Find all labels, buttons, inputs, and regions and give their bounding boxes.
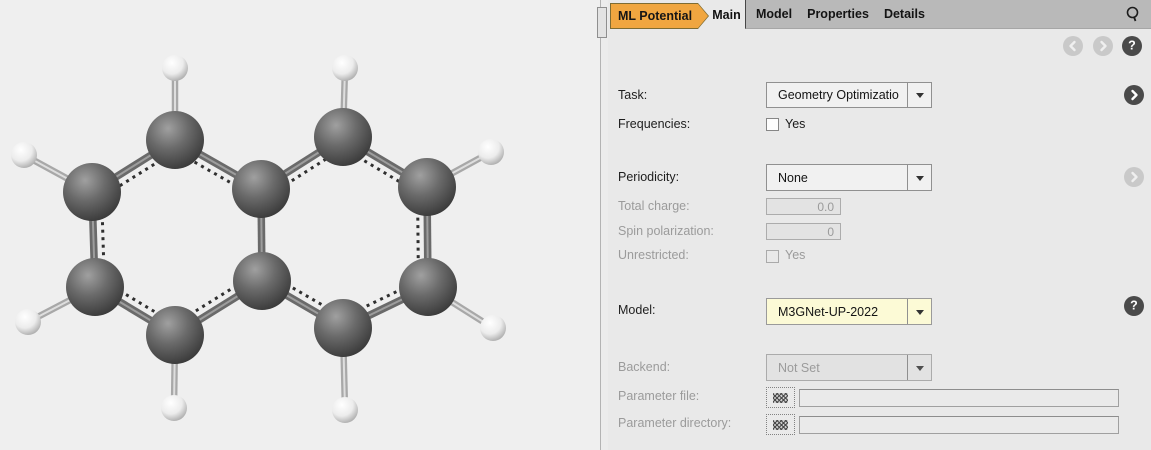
tab-main[interactable]: Main (708, 0, 745, 29)
help-icon: ? (1128, 39, 1136, 52)
carbon-atom[interactable] (399, 258, 457, 316)
search-button[interactable] (1120, 2, 1145, 27)
splitter-handle[interactable] (597, 7, 607, 38)
unrestricted-checkbox (766, 250, 779, 263)
spin-polarization-field (766, 223, 841, 240)
tab-details[interactable]: Details (884, 7, 925, 21)
backend-value: Not Set (778, 361, 820, 375)
chevron-right-icon (1127, 88, 1141, 102)
model-dropdown[interactable]: M3GNet-UP-2022 (766, 298, 932, 325)
tab-strip: Model Properties Details (745, 0, 1151, 29)
hydrogen-atom[interactable] (332, 397, 358, 423)
molecule-viewer[interactable] (0, 0, 600, 450)
history-forward-button (1093, 36, 1113, 56)
dropdown-arrow-icon (916, 310, 924, 315)
model-help-button[interactable]: ? (1124, 296, 1144, 316)
frequencies-label: Frequencies: (618, 117, 690, 131)
total-charge-label: Total charge: (618, 199, 690, 213)
task-details-button[interactable] (1124, 85, 1144, 105)
panel-tab-ml-potential[interactable]: ML Potential (610, 3, 709, 29)
browse-icon (773, 393, 788, 403)
unrestricted-label: Unrestricted: (618, 248, 689, 262)
hydrogen-atom[interactable] (480, 315, 506, 341)
parameter-file-browse-button[interactable] (766, 387, 795, 408)
panel-help-button[interactable]: ? (1122, 36, 1142, 56)
dropdown-arrow-icon (916, 93, 924, 98)
periodicity-label: Periodicity: (618, 170, 679, 184)
history-back-button (1063, 36, 1083, 56)
task-dropdown[interactable]: Geometry Optimizatio (766, 82, 932, 108)
dropdown-arrow-icon (916, 176, 924, 181)
parameter-directory-label: Parameter directory: (618, 416, 731, 430)
backend-dropdown: Not Set (766, 354, 932, 381)
search-icon (1123, 5, 1143, 25)
hydrogen-atom[interactable] (11, 142, 37, 168)
tab-model[interactable]: Model (756, 7, 792, 21)
panel-tab-label: ML Potential (611, 4, 708, 28)
model-label: Model: (618, 303, 656, 317)
parameter-directory-browse-button[interactable] (766, 414, 795, 435)
task-value: Geometry Optimizatio (778, 88, 899, 102)
dropdown-separator (907, 299, 908, 324)
tab-properties[interactable]: Properties (807, 7, 869, 21)
task-label: Task: (618, 88, 647, 102)
dropdown-separator (907, 83, 908, 107)
parameter-file-label: Parameter file: (618, 389, 699, 403)
carbon-atom[interactable] (146, 306, 204, 364)
hydrogen-atom[interactable] (162, 55, 188, 81)
parameter-file-field[interactable] (799, 389, 1119, 407)
hydrogen-atom[interactable] (161, 395, 187, 421)
bonds-layer (24, 68, 493, 410)
parameter-directory-field[interactable] (799, 416, 1119, 434)
dropdown-separator (907, 355, 908, 380)
hydrogen-atom[interactable] (15, 309, 41, 335)
dropdown-separator (907, 165, 908, 190)
help-icon: ? (1130, 299, 1138, 312)
carbon-atom[interactable] (66, 258, 124, 316)
model-value: M3GNet-UP-2022 (778, 305, 878, 319)
frequencies-checkbox[interactable] (766, 118, 779, 131)
chevron-right-icon (1096, 39, 1110, 53)
unrestricted-option-label: Yes (785, 248, 805, 262)
dropdown-arrow-icon (916, 366, 924, 371)
periodicity-details-button (1124, 167, 1144, 187)
periodicity-dropdown[interactable]: None (766, 164, 932, 191)
frequencies-option-label[interactable]: Yes (785, 117, 805, 131)
total-charge-field (766, 198, 841, 215)
ml-potential-window: Model Properties Details ML Potential Ma… (0, 0, 1151, 450)
hydrogen-atom[interactable] (332, 55, 358, 81)
chevron-right-icon (1127, 170, 1141, 184)
carbon-atom[interactable] (63, 163, 121, 221)
carbon-atom[interactable] (314, 108, 372, 166)
browse-icon (773, 420, 788, 430)
carbon-atom[interactable] (233, 252, 291, 310)
carbon-atom[interactable] (314, 299, 372, 357)
molecule-canvas[interactable] (0, 0, 600, 450)
chevron-left-icon (1066, 39, 1080, 53)
carbon-atom[interactable] (146, 111, 204, 169)
periodicity-value: None (778, 171, 808, 185)
hydrogen-atom[interactable] (478, 139, 504, 165)
spin-polarization-label: Spin polarization: (618, 224, 714, 238)
backend-label: Backend: (618, 360, 670, 374)
carbon-atom[interactable] (232, 160, 290, 218)
carbon-atom[interactable] (398, 158, 456, 216)
